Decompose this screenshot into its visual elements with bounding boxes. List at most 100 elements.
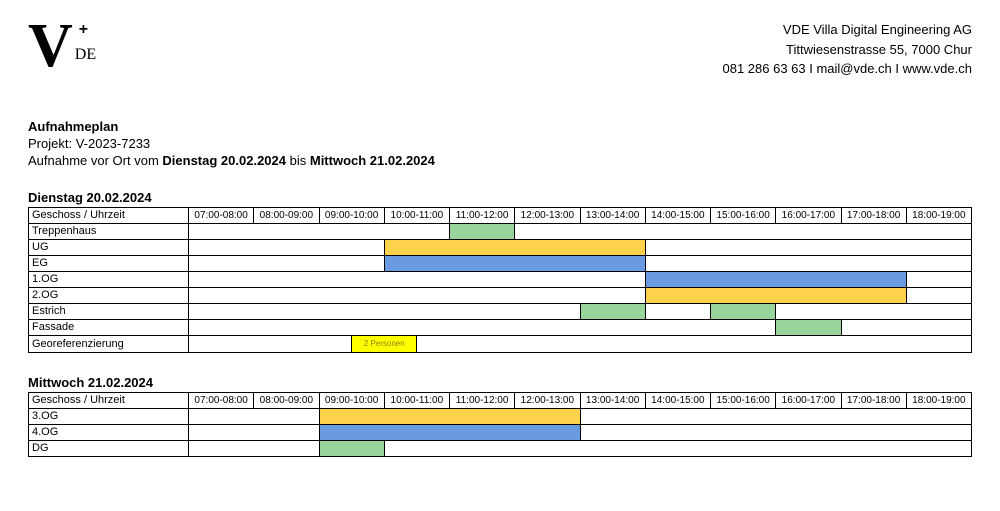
table-row: 2.OG (29, 287, 972, 303)
logo-letter-v: V (28, 20, 71, 73)
company-address: Tittwiesenstrasse 55, 7000 Chur (722, 40, 972, 60)
day1-header-row: Geschoss / Uhrzeit07:00-08:0008:00-09:00… (29, 207, 972, 223)
schedule-cell (384, 440, 971, 456)
time-slot-header: 12:00-13:00 (515, 207, 580, 223)
schedule-cell (189, 424, 320, 440)
day1-body: TreppenhausUGEG1.OG2.OGEstrichFassadeGeo… (29, 223, 972, 352)
schedule-cell (319, 440, 384, 456)
schedule-cell (384, 239, 645, 255)
time-slot-header: 09:00-10:00 (319, 207, 384, 223)
schedule-cell (189, 287, 646, 303)
schedule-cell (189, 239, 385, 255)
day1-table: Geschoss / Uhrzeit07:00-08:0008:00-09:00… (28, 207, 972, 353)
schedule-cell (906, 271, 971, 287)
schedule-cell (580, 408, 972, 424)
row-label: 2.OG (29, 287, 189, 303)
table-row: Fassade (29, 319, 972, 335)
table-row: 1.OG (29, 271, 972, 287)
time-slot-header: 16:00-17:00 (776, 392, 841, 408)
row-label: 4.OG (29, 424, 189, 440)
time-slot-header: 11:00-12:00 (450, 207, 515, 223)
schedule-cell (189, 335, 352, 352)
table-row: EG (29, 255, 972, 271)
cell-note: 2 Personen (352, 336, 416, 352)
schedule-cell (189, 271, 646, 287)
company-name: VDE Villa Digital Engineering AG (722, 20, 972, 40)
time-slot-header: 18:00-19:00 (906, 207, 971, 223)
row-label: Georeferenzierung (29, 335, 189, 352)
logo-de-text: DE (75, 46, 96, 64)
company-info: VDE Villa Digital Engineering AG Tittwie… (722, 20, 972, 79)
doc-meta: Aufnahmeplan Projekt: V-2023-7233 Aufnah… (28, 119, 972, 168)
time-slot-header: 14:00-15:00 (645, 392, 710, 408)
table-row: Treppenhaus (29, 223, 972, 239)
schedule-cell (319, 424, 580, 440)
row-label: Treppenhaus (29, 223, 189, 239)
time-slot-header: 17:00-18:00 (841, 207, 906, 223)
logo-plus-icon: + (79, 22, 88, 38)
schedule-cell (580, 303, 645, 319)
schedule-cell (384, 255, 645, 271)
row-label: Estrich (29, 303, 189, 319)
row-label: EG (29, 255, 189, 271)
company-contact: 081 286 63 63 I mail@vde.ch I www.vde.ch (722, 59, 972, 79)
time-slot-header: 17:00-18:00 (841, 392, 906, 408)
schedule-cell (645, 287, 906, 303)
table-row: UG (29, 239, 972, 255)
time-slot-header: 15:00-16:00 (711, 207, 776, 223)
time-slot-header: 10:00-11:00 (384, 392, 449, 408)
schedule-cell (417, 335, 972, 352)
schedule-cell (906, 287, 971, 303)
schedule-cell (450, 223, 515, 239)
schedule-cell: 2 Personen (352, 335, 417, 352)
time-slot-header: 13:00-14:00 (580, 207, 645, 223)
time-slot-header: 11:00-12:00 (450, 392, 515, 408)
row-label: UG (29, 239, 189, 255)
schedule-cell (645, 255, 971, 271)
schedule-cell (189, 440, 320, 456)
schedule-cell (189, 408, 320, 424)
row-label: DG (29, 440, 189, 456)
day1-heading: Dienstag 20.02.2024 (28, 190, 972, 205)
schedule-cell (319, 408, 580, 424)
schedule-cell (711, 303, 776, 319)
time-slot-header: 09:00-10:00 (319, 392, 384, 408)
schedule-cell (189, 223, 450, 239)
time-slot-header: 12:00-13:00 (515, 392, 580, 408)
day2-table: Geschoss / Uhrzeit07:00-08:0008:00-09:00… (28, 392, 972, 457)
time-slot-header: 10:00-11:00 (384, 207, 449, 223)
time-slot-header: 13:00-14:00 (580, 392, 645, 408)
schedule-cell (645, 271, 906, 287)
corner-label: Geschoss / Uhrzeit (29, 207, 189, 223)
day2-body: 3.OG4.OGDG (29, 408, 972, 456)
schedule-cell (515, 223, 972, 239)
page-header: V + DE VDE Villa Digital Engineering AG … (28, 20, 972, 79)
date-range-line: Aufnahme vor Ort vom Dienstag 20.02.2024… (28, 153, 972, 168)
schedule-cell (841, 319, 972, 335)
schedule-cell (776, 303, 972, 319)
schedule-cell (645, 239, 971, 255)
row-label: 1.OG (29, 271, 189, 287)
project-line: Projekt: V-2023-7233 (28, 136, 972, 151)
schedule-cell (189, 319, 776, 335)
schedule-cell (645, 303, 710, 319)
time-slot-header: 08:00-09:00 (254, 392, 319, 408)
schedule-cell (580, 424, 972, 440)
corner-label: Geschoss / Uhrzeit (29, 392, 189, 408)
table-row: DG (29, 440, 972, 456)
schedule-cell (189, 255, 385, 271)
time-slot-header: 18:00-19:00 (906, 392, 971, 408)
doc-title: Aufnahmeplan (28, 119, 972, 134)
time-slot-header: 16:00-17:00 (776, 207, 841, 223)
day2-heading: Mittwoch 21.02.2024 (28, 375, 972, 390)
company-logo: V + DE (28, 20, 96, 73)
time-slot-header: 08:00-09:00 (254, 207, 319, 223)
day2-header-row: Geschoss / Uhrzeit07:00-08:0008:00-09:00… (29, 392, 972, 408)
time-slot-header: 15:00-16:00 (711, 392, 776, 408)
table-row: Estrich (29, 303, 972, 319)
schedule-cell (189, 303, 581, 319)
table-row: 3.OG (29, 408, 972, 424)
row-label: Fassade (29, 319, 189, 335)
time-slot-header: 14:00-15:00 (645, 207, 710, 223)
table-row: Georeferenzierung 2 Personen (29, 335, 972, 352)
